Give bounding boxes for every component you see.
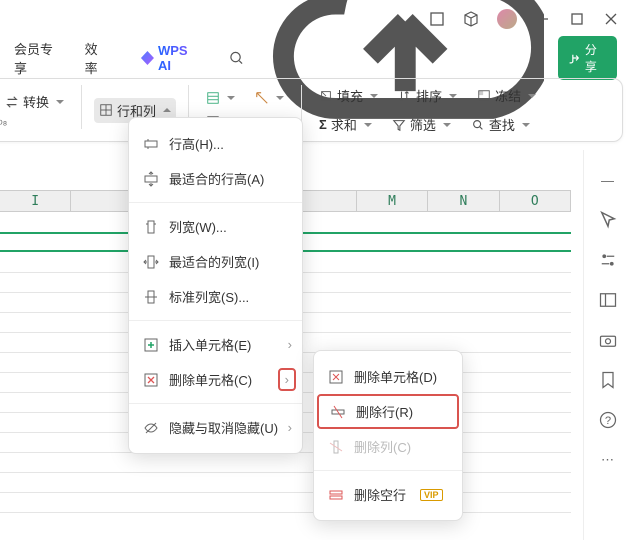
row-h-icon: [143, 136, 159, 152]
more-icon[interactable]: ⋯: [598, 450, 618, 470]
del-empty-icon: [328, 487, 344, 503]
std-w-icon: [143, 289, 159, 305]
menu-item-label: 最适合的行高(A): [169, 169, 264, 188]
table-icon[interactable]: [201, 88, 240, 108]
settings-icon[interactable]: [598, 250, 618, 270]
menu-item-label: 插入单元格(E): [169, 335, 251, 354]
menu-item-del-cell[interactable]: 删除单元格(D): [314, 359, 462, 394]
del-row-icon: [330, 404, 346, 420]
tab-vip[interactable]: 会员专享: [14, 33, 63, 83]
menu-item-label: 标准列宽(S)...: [169, 287, 249, 306]
del-cell-icon: [328, 369, 344, 385]
col-header[interactable]: M: [357, 191, 428, 211]
del-col-icon: [328, 439, 344, 455]
toolbar: 转换 ⅟ % ⁰⁰ ⁰⁰⁸ 行和列 填充 排序 冻结 Σ求和 筛选 查找: [0, 78, 623, 142]
menu-item-del-row[interactable]: 删除行(R): [317, 394, 459, 429]
menu-item-delete[interactable]: 删除单元格(C) ›: [129, 362, 302, 397]
menu-item-fit-w[interactable]: 最适合的列宽(I): [129, 244, 302, 279]
camera-icon[interactable]: [598, 330, 618, 350]
col-header[interactable]: N: [428, 191, 499, 211]
menu-item-col-w[interactable]: 列宽(W)...: [129, 209, 302, 244]
col-w-icon: [143, 219, 159, 235]
help-icon[interactable]: ?: [598, 410, 618, 430]
menu-item-row-h[interactable]: 行高(H)...: [129, 126, 302, 161]
menu-item-label: 删除单元格(C): [169, 370, 252, 389]
submenu-arrow-icon: ›: [288, 337, 292, 352]
hide-icon: [143, 420, 159, 436]
col-header[interactable]: I: [0, 191, 71, 211]
menu-item-label: 删除列(C): [354, 437, 411, 456]
sum-button[interactable]: Σ求和: [314, 112, 377, 137]
submenu-arrow-icon: ›: [278, 368, 296, 391]
menu-item-label: 最适合的列宽(I): [169, 252, 259, 271]
menu-item-insert[interactable]: 插入单元格(E) ›: [129, 327, 302, 362]
delete-cells-submenu: 删除单元格(D) 删除行(R) 删除列(C) 删除空行 VIP: [313, 350, 463, 521]
menu-item-std-w[interactable]: 标准列宽(S)...: [129, 279, 302, 314]
tab-efficiency[interactable]: 效率: [85, 33, 109, 83]
menu-item-label: 隐藏与取消隐藏(U): [169, 418, 278, 437]
find-button[interactable]: 查找: [466, 112, 535, 137]
delete-icon: [143, 372, 159, 388]
menu-item-fit-h[interactable]: 最适合的行高(A): [129, 161, 302, 196]
menu-item-label: 删除行(R): [356, 402, 413, 421]
wps-ai-button[interactable]: WPS AI: [131, 43, 201, 73]
panel-icon[interactable]: [598, 290, 618, 310]
share-button[interactable]: 分享: [558, 36, 617, 80]
col-header[interactable]: O: [500, 191, 571, 211]
fill-button[interactable]: 填充: [314, 83, 383, 108]
bookmark-icon[interactable]: [598, 370, 618, 390]
freeze-button[interactable]: 冻结: [472, 83, 541, 108]
convert-button[interactable]: 转换: [0, 89, 69, 114]
dec-dec-icon[interactable]: ⁰⁰⁸: [0, 118, 7, 131]
menu-item-label: 删除空行: [354, 485, 406, 504]
menu-item-hide[interactable]: 隐藏与取消隐藏(U) ›: [129, 410, 302, 445]
menu-item-del-empty[interactable]: 删除空行 VIP: [314, 477, 462, 512]
menu-item-label: 行高(H)...: [169, 134, 224, 153]
menu-item-label: 列宽(W)...: [169, 217, 227, 236]
vip-badge: VIP: [420, 489, 443, 501]
fit-h-icon: [143, 171, 159, 187]
search-icon[interactable]: [229, 50, 244, 66]
svg-text:?: ?: [604, 415, 610, 427]
submenu-arrow-icon: ›: [288, 420, 292, 435]
menu-item-del-col[interactable]: 删除列(C): [314, 429, 462, 464]
ai-icon: [141, 51, 154, 65]
fit-w-icon: [143, 254, 159, 270]
format-icon[interactable]: [250, 88, 289, 108]
insert-icon: [143, 337, 159, 353]
cursor-icon[interactable]: [598, 210, 618, 230]
rows-cols-menu: 行高(H)... 最适合的行高(A) 列宽(W)... 最适合的列宽(I) 标准列宽(S…: [128, 117, 303, 454]
menu-item-label: 删除单元格(D): [354, 367, 437, 386]
filter-button[interactable]: 筛选: [387, 112, 456, 137]
sort-button[interactable]: 排序: [393, 83, 462, 108]
right-sidebar: — ? ⋯: [583, 150, 631, 540]
minus-icon[interactable]: —: [598, 170, 618, 190]
